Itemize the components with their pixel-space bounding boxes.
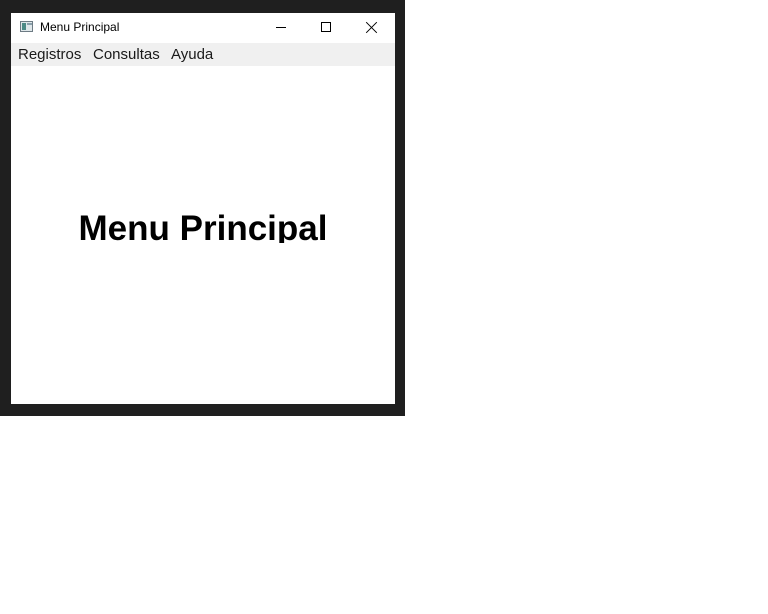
close-button[interactable] [349,13,395,43]
menu-bar: Registros Consultas Ayuda [11,43,395,66]
minimize-button[interactable] [258,13,304,43]
window-app-icon [20,21,33,32]
window-frame: Menu Principal Registros Consultas Ayuda… [0,0,405,416]
maximize-icon [321,22,331,32]
title-bar[interactable]: Menu Principal [11,13,395,43]
menu-item-registros[interactable]: Registros [18,46,81,63]
minimize-icon [276,27,286,28]
menu-item-consultas[interactable]: Consultas [93,46,160,63]
window-title: Menu Principal [40,20,120,34]
menu-item-ayuda[interactable]: Ayuda [171,46,213,63]
close-icon [366,21,378,33]
main-heading: Menu Principal [78,209,328,243]
app-window: Menu Principal Registros Consultas Ayuda… [11,13,395,404]
maximize-button[interactable] [303,13,349,43]
